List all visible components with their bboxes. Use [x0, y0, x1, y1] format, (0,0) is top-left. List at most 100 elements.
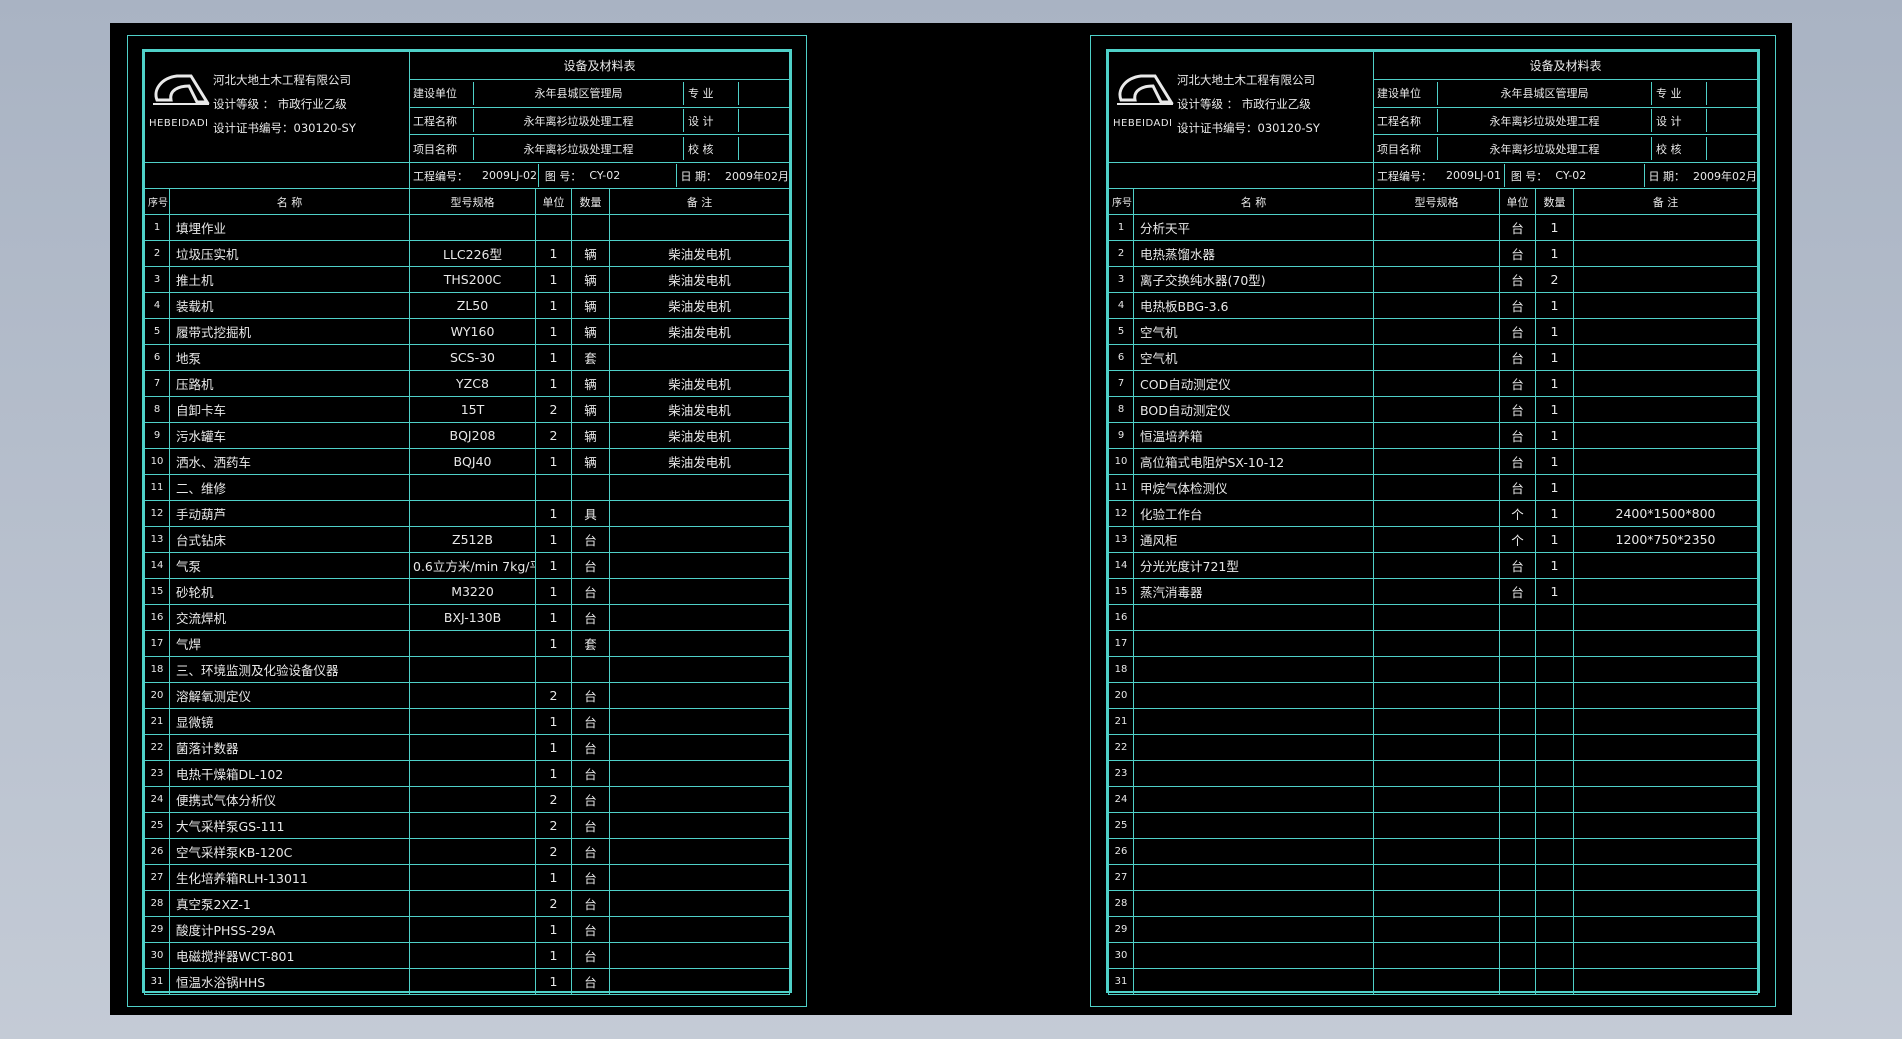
company-name: 河北大地土木工程有限公司	[1177, 73, 1315, 87]
item-qty-col: 1	[1535, 214, 1574, 241]
item-qty-col: 套	[571, 344, 610, 371]
item-name: 菌落计数器	[169, 734, 410, 761]
table-row: 16 交流焊机 BXJ-130B 1 台	[144, 604, 790, 631]
item-unit-col: 2	[535, 838, 572, 865]
row-number: 20	[144, 682, 170, 709]
table-row: 7 压路机 YZC8 1 辆柴油发电机	[144, 370, 790, 397]
item-note	[609, 500, 790, 527]
item-qty-col: 1	[1535, 370, 1574, 397]
item-unit-col: 台	[1499, 214, 1536, 241]
item-note	[1573, 578, 1758, 605]
table-row: 9 恒温培养箱 台 1	[1108, 422, 1758, 449]
item-note: 1200*750*2350	[1573, 526, 1758, 553]
item-spec	[409, 630, 536, 657]
title-block-meta-row: 工程编号： 2009LJ-02 图 号： CY-02 日 期： 2009年02月	[409, 162, 790, 189]
project-number-field: 工程编号： 2009LJ-01	[1375, 164, 1505, 187]
table-row: 27	[1108, 864, 1758, 891]
item-qty-col: 台	[571, 578, 610, 605]
column-header: 单位	[1499, 188, 1536, 215]
row-number: 30	[1108, 942, 1134, 969]
item-unit-col	[1499, 942, 1536, 969]
item-unit-col: 1	[535, 604, 572, 631]
table-row: 27 生化培养箱RLH-13011 1 台	[144, 864, 790, 891]
item-name	[1133, 760, 1374, 787]
item-name: 通风柜	[1133, 526, 1374, 553]
item-name: 垃圾压实机	[169, 240, 410, 267]
row-number: 13	[144, 526, 170, 553]
item-spec	[409, 916, 536, 943]
item-name: 二、维修	[169, 474, 410, 501]
table-row: 9 污水罐车 BQJ208 2 辆柴油发电机	[144, 422, 790, 449]
title-block-blank	[1108, 162, 1374, 189]
item-note	[609, 552, 790, 579]
item-spec	[409, 214, 536, 241]
item-spec	[409, 786, 536, 813]
item-note: 柴油发电机	[609, 266, 790, 293]
item-note: 柴油发电机	[609, 370, 790, 397]
item-note	[609, 630, 790, 657]
table-row: 7 COD自动测定仪 台 1	[1108, 370, 1758, 397]
row-number: 6	[144, 344, 170, 371]
header-label: 工程名称	[411, 109, 474, 133]
table-row: 20	[1108, 682, 1758, 709]
item-note	[1573, 890, 1758, 917]
table-row: 18 三、环境监测及化验设备仪器	[144, 656, 790, 683]
item-note	[1573, 422, 1758, 449]
item-note	[609, 682, 790, 709]
item-spec	[1373, 708, 1500, 735]
item-spec	[1373, 448, 1500, 475]
item-name	[1133, 656, 1374, 683]
header-value: 永年县城区管理局	[1438, 81, 1652, 105]
column-header: 数量	[571, 188, 610, 215]
left-equipment-table: 河北大地土木工程有限公司 设计等级 ： 市政行业乙级 设计证书编号：030120-S…	[144, 51, 790, 995]
item-qty-col: 台	[571, 708, 610, 735]
row-number: 8	[1108, 396, 1134, 423]
item-name: 空气采样泵KB-120C	[169, 838, 410, 865]
item-note: 柴油发电机	[609, 292, 790, 319]
approval-label: 设 计	[1652, 109, 1707, 133]
item-note	[1573, 656, 1758, 683]
item-unit-col: 1	[535, 968, 572, 995]
row-number: 29	[1108, 916, 1134, 943]
item-unit-col	[1499, 890, 1536, 917]
item-qty-col: 辆	[571, 370, 610, 397]
item-name: 气泵	[169, 552, 410, 579]
item-qty-col: 台	[571, 682, 610, 709]
item-spec	[1373, 240, 1500, 267]
table-row: 25	[1108, 812, 1758, 839]
item-spec	[1373, 786, 1500, 813]
row-number: 16	[144, 604, 170, 631]
table-row: 24 便携式气体分析仪 2 台	[144, 786, 790, 813]
item-qty-col: 台	[571, 786, 610, 813]
item-spec	[409, 838, 536, 865]
item-note	[1573, 448, 1758, 475]
item-note	[609, 708, 790, 735]
item-qty-col: 2	[1535, 266, 1574, 293]
item-qty-col: 1	[1535, 448, 1574, 475]
table-row: 5 履带式挖掘机 WY160 1 辆柴油发电机	[144, 318, 790, 345]
item-spec	[409, 474, 536, 501]
item-spec: YZC8	[409, 370, 536, 397]
table-row: 13 通风柜 个 1 1200*750*2350	[1108, 526, 1758, 553]
row-number: 5	[144, 318, 170, 345]
item-unit-col	[1499, 760, 1536, 787]
header-label: 工程名称	[1375, 109, 1438, 133]
column-header: 备 注	[1573, 188, 1758, 215]
row-number: 27	[144, 864, 170, 891]
item-note	[609, 578, 790, 605]
item-note	[1573, 292, 1758, 319]
item-qty-col: 辆	[571, 448, 610, 475]
item-note	[1573, 916, 1758, 943]
left-table-body: 序号名 称型号规格 单位 数量备 注 1 填埋作业 2 垃圾压实机 LLC226型 1 辆柴油发电…	[144, 188, 790, 995]
item-spec	[1373, 734, 1500, 761]
item-note	[1573, 344, 1758, 371]
item-spec	[1373, 604, 1500, 631]
item-note	[609, 604, 790, 631]
item-unit-col: 台	[1499, 266, 1536, 293]
row-number: 25	[144, 812, 170, 839]
drawing-number-value: CY-02	[589, 169, 621, 182]
date-value: 2009年02月	[1693, 169, 1757, 183]
item-spec: WY160	[409, 318, 536, 345]
item-spec	[1373, 968, 1500, 995]
right-title-block: 河北大地土木工程有限公司 设计等级 ： 市政行业乙级 设计证书编号：030120-S…	[1108, 51, 1758, 189]
